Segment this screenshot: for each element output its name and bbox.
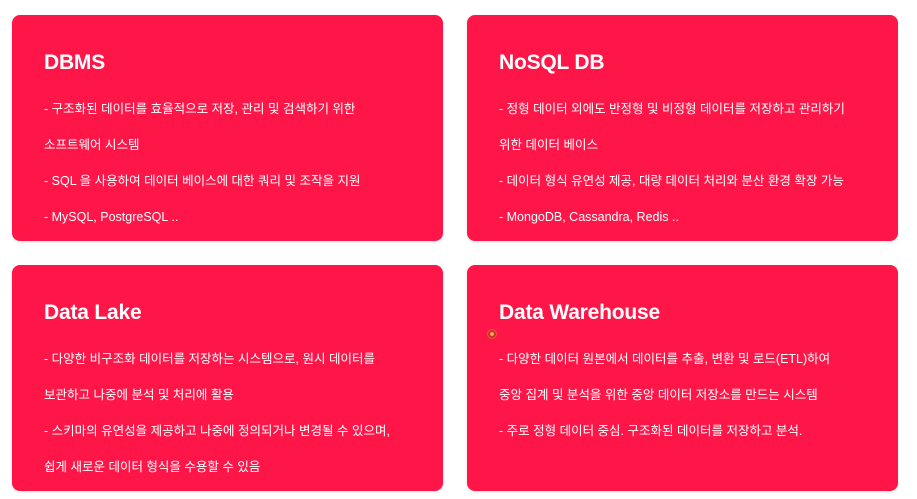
card-line: - 다양한 비구조화 데이터를 저장하는 시스템으로, 원시 데이터를: [44, 352, 375, 366]
card-title: Data Warehouse: [499, 301, 660, 324]
card-line: - 데이터 형식 유연성 제공, 대량 데이터 처리와 분산 환경 확장 가능: [499, 174, 844, 188]
card-line: 중앙 집계 및 분석을 위한 중앙 데이터 저장소를 만드는 시스템: [499, 388, 818, 402]
card-title: DBMS: [44, 51, 106, 74]
pointer-highlight-icon: [487, 329, 497, 339]
card-line: 소프트웨어 시스템: [44, 138, 140, 152]
card-line: - SQL 을 사용하여 데이터 베이스에 대한 쿼리 및 조작을 지원: [44, 174, 361, 188]
card-title: Data Lake: [44, 301, 142, 324]
card-data-warehouse: Data Warehouse - 다양한 데이터 원본에서 데이터를 추출, 변…: [467, 265, 898, 491]
card-line: 위한 데이터 베이스: [499, 138, 598, 152]
card-line: 쉽게 새로운 데이터 형식을 수용할 수 있음: [44, 460, 261, 474]
card-description: - 다양한 비구조화 데이터를 저장하는 시스템으로, 원시 데이터를 보관하고…: [44, 341, 411, 485]
card-grid: DBMS - 구조화된 데이터를 효율적으로 저장, 관리 및 검색하기 위한 …: [0, 0, 917, 499]
card-line: - 구조화된 데이터를 효율적으로 저장, 관리 및 검색하기 위한: [44, 102, 356, 116]
card-line: - MySQL, PostgreSQL ..: [44, 210, 179, 224]
card-line: 보관하고 나중에 분석 및 처리에 활용: [44, 388, 234, 402]
card-line: - 다양한 데이터 원본에서 데이터를 추출, 변환 및 로드(ETL)하여: [499, 352, 831, 366]
card-description: - 구조화된 데이터를 효율적으로 저장, 관리 및 검색하기 위한 소프트웨어…: [44, 91, 411, 235]
card-title: NoSQL DB: [499, 51, 605, 74]
card-line: - 정형 데이터 외에도 반정형 및 비정형 데이터를 저장하고 관리하기: [499, 102, 845, 116]
card-data-lake: Data Lake - 다양한 비구조화 데이터를 저장하는 시스템으로, 원시…: [12, 265, 443, 491]
card-nosql-db: NoSQL DB - 정형 데이터 외에도 반정형 및 비정형 데이터를 저장하…: [467, 15, 898, 241]
card-line: - 주로 정형 데이터 중심. 구조화된 데이터를 저장하고 분석.: [499, 424, 803, 438]
card-dbms: DBMS - 구조화된 데이터를 효율적으로 저장, 관리 및 검색하기 위한 …: [12, 15, 443, 241]
card-line: - 스키마의 유연성을 제공하고 나중에 정의되거나 변경될 수 있으며,: [44, 424, 390, 438]
card-line: - MongoDB, Cassandra, Redis ..: [499, 210, 679, 224]
card-description: - 다양한 데이터 원본에서 데이터를 추출, 변환 및 로드(ETL)하여 중…: [499, 341, 866, 449]
card-description: - 정형 데이터 외에도 반정형 및 비정형 데이터를 저장하고 관리하기 위한…: [499, 91, 866, 235]
